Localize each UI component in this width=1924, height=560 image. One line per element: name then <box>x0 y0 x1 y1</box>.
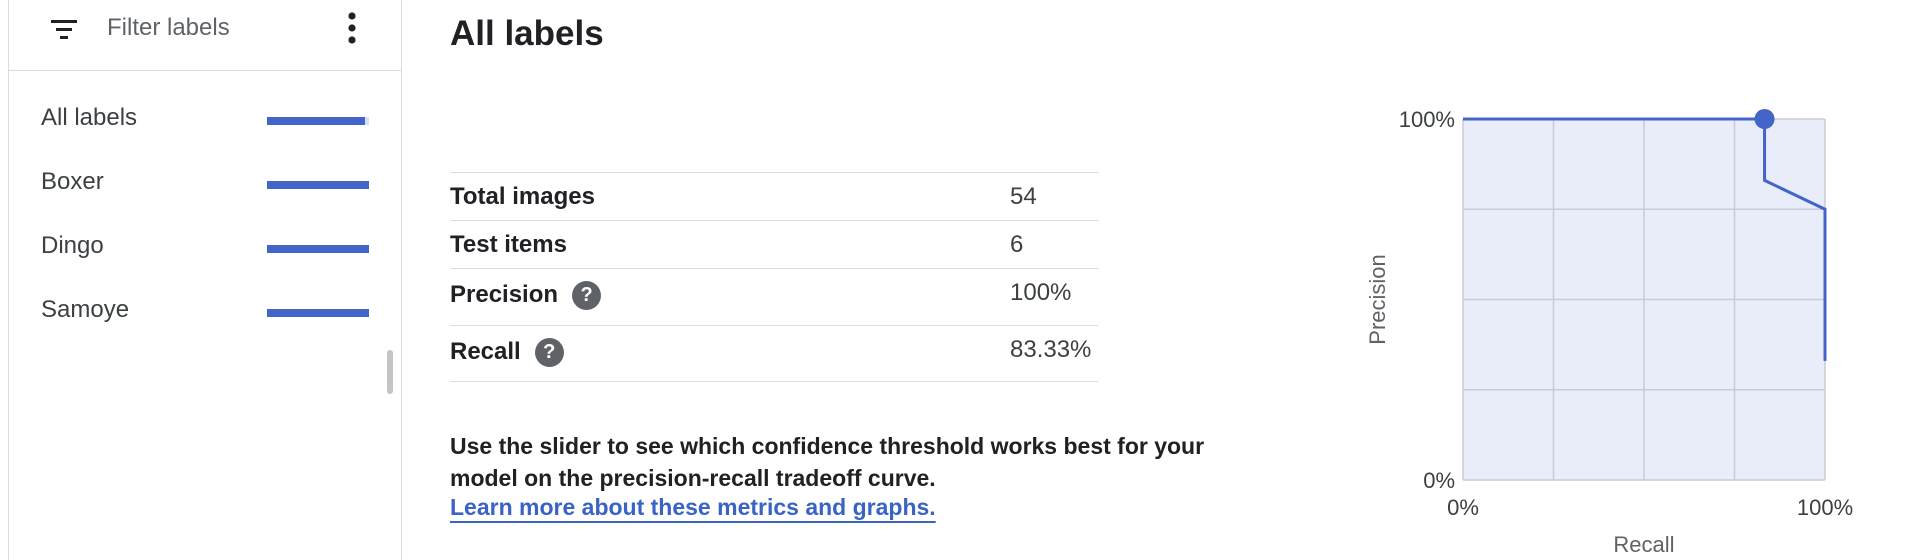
label-sidebar: All labels Boxer Dingo Samoye <box>8 0 402 560</box>
slider-description: Use the slider to see which confidence t… <box>450 433 1205 491</box>
x-tick-label: 100% <box>1797 495 1853 520</box>
metric-value: 100% <box>1010 279 1072 306</box>
metrics-table: Total images 54 Test items 6 Precision? … <box>450 172 1098 382</box>
page-title: All labels <box>450 14 604 53</box>
x-tick-label: 0% <box>1447 495 1479 520</box>
metric-name-wrap: Precision? <box>450 281 602 311</box>
metric-name: Test items <box>450 231 567 258</box>
metrics-row-recall: Recall? 83.33% <box>450 326 1098 382</box>
label-progress-fill <box>267 181 369 189</box>
metric-value: 6 <box>1010 231 1024 258</box>
label-item-name: Dingo <box>41 232 104 259</box>
metric-value: 54 <box>1010 183 1037 210</box>
y-tick-label: 0% <box>1423 468 1455 493</box>
label-item-samoye[interactable]: Samoye <box>9 286 402 350</box>
label-item-name: Boxer <box>41 168 104 195</box>
metric-name-wrap: Recall? <box>450 338 564 368</box>
label-progress-bar <box>267 309 369 317</box>
threshold-slider-marker[interactable] <box>1754 109 1775 129</box>
label-progress-fill <box>267 309 369 317</box>
label-progress-bar <box>267 181 369 189</box>
metric-name: Total images <box>450 183 595 210</box>
label-item-all-labels[interactable]: All labels <box>9 94 402 158</box>
y-axis-label: Precision <box>1365 254 1390 344</box>
label-progress-bar <box>267 245 369 253</box>
x-axis-label: Recall <box>1613 532 1674 557</box>
metric-name: Recall <box>450 338 521 365</box>
metric-value: 83.33% <box>1010 336 1092 363</box>
more-vert-icon[interactable] <box>337 10 367 46</box>
label-item-name: All labels <box>41 104 138 131</box>
sidebar-scrollbar-thumb[interactable] <box>387 350 393 394</box>
precision-recall-chart[interactable]: 100% 0%0% 100% Recall Precision <box>1340 60 1900 560</box>
learn-more-link[interactable]: Learn more about these metrics and graph… <box>450 494 936 521</box>
filter-list-icon[interactable] <box>49 18 79 42</box>
label-item-name: Samoye <box>41 296 130 323</box>
filter-labels-input[interactable] <box>107 10 327 46</box>
label-item-boxer[interactable]: Boxer <box>9 158 402 222</box>
help-icon[interactable]: ? <box>534 338 564 368</box>
label-progress-bar <box>267 117 369 125</box>
metrics-row-test-items: Test items 6 <box>450 221 1098 269</box>
label-item-dingo[interactable]: Dingo <box>9 222 402 286</box>
label-progress-fill <box>267 245 369 253</box>
metrics-row-total-images: Total images 54 <box>450 173 1098 221</box>
y-tick-label: 100% <box>1399 107 1455 132</box>
metric-name: Precision <box>450 281 559 308</box>
metrics-row-precision: Precision? 100% <box>450 269 1098 326</box>
help-icon[interactable]: ? <box>572 281 602 311</box>
label-list: All labels Boxer Dingo Samoye <box>9 94 402 350</box>
filter-bar <box>9 0 402 71</box>
label-progress-fill <box>267 117 365 125</box>
